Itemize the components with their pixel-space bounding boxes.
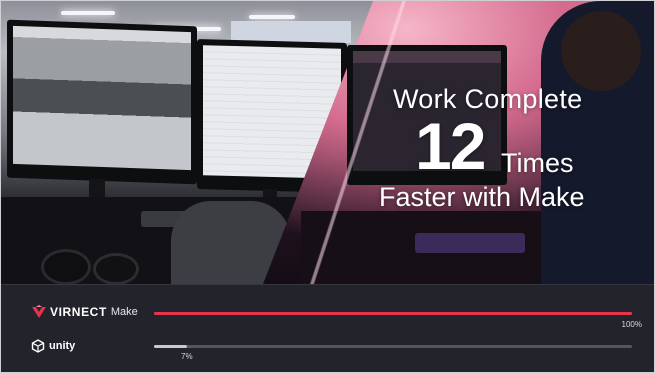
unity-progress-track <box>154 345 632 348</box>
make-progress-track <box>154 312 632 315</box>
comparison-panel: VIRNECT Make 100% unity 7% <box>1 284 654 372</box>
unity-percent-label: 7% <box>181 352 193 361</box>
unity-logo-icon <box>31 339 45 353</box>
headline-line3: Faster with Make <box>379 182 585 212</box>
office-scene-image: Work Complete 12 Times Faster with Make <box>1 1 654 284</box>
virnect-brand-name: VIRNECT <box>50 305 107 319</box>
tape-roll <box>93 253 139 284</box>
keyboard-right <box>415 233 525 253</box>
unity-brand-name: unity <box>49 340 76 352</box>
video-frame: Work Complete 12 Times Faster with Make … <box>0 0 655 373</box>
ceiling-light <box>249 15 295 19</box>
virnect-brand: VIRNECT Make <box>31 305 138 319</box>
unity-progress-fill <box>154 345 188 348</box>
make-percent-label: 100% <box>621 320 642 329</box>
monitor-left <box>7 19 197 185</box>
ceiling-light <box>61 11 115 15</box>
person-head <box>561 11 641 91</box>
make-brand-name: Make <box>110 306 138 318</box>
tape-roll <box>41 249 91 284</box>
unity-brand: unity <box>31 339 75 353</box>
headline-number: 12 <box>415 109 486 183</box>
make-progress-fill <box>154 312 632 315</box>
headline-times: Times <box>501 148 574 178</box>
virnect-logo-icon <box>32 305 46 318</box>
